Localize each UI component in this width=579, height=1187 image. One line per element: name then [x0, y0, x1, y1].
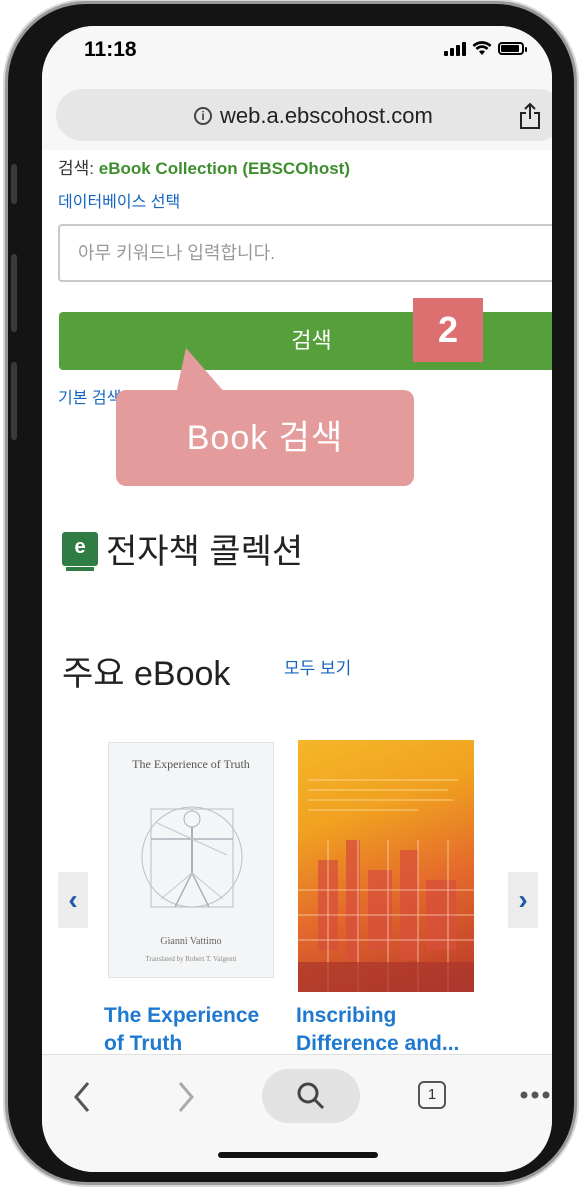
browser-header: i web.a.ebscohost.com: [42, 82, 552, 150]
book-title-line: Inscribing: [296, 1004, 397, 1027]
search-pill-button[interactable]: [262, 1069, 360, 1123]
database-select-link[interactable]: 데이터베이스 선택: [58, 188, 180, 212]
share-icon[interactable]: [518, 102, 542, 130]
book-cover-experience-of-truth[interactable]: The Experience of Truth Gianni Vattimo T…: [108, 742, 274, 978]
info-icon[interactable]: i: [194, 107, 212, 125]
featured-ebooks-heading: 주요 eBook: [62, 655, 231, 693]
book-title-experience-of-truth[interactable]: The Experience of Truth: [104, 1002, 259, 1058]
see-all-link[interactable]: 모두 보기: [284, 654, 351, 679]
collection-name: eBook Collection (EBSCOhost): [98, 159, 350, 178]
step-number-badge: 2: [413, 298, 483, 362]
mute-switch: [11, 164, 17, 204]
screen: 11:18 i web.a.ebscohost.com 검색: eBook Co…: [42, 26, 552, 1172]
volume-down-button: [11, 362, 17, 440]
basic-search-link[interactable]: 기본 검색: [58, 384, 121, 408]
book-cover-inscribing-difference[interactable]: [298, 740, 474, 992]
search-scope-prefix: 검색:: [58, 159, 95, 178]
status-bar: 11:18: [42, 26, 552, 82]
cover-translator: Translated by Robert T. Valgenti: [145, 955, 237, 963]
collection-heading: e 전자책 콜렉션: [62, 524, 303, 573]
abstract-city-artwork: [298, 779, 474, 992]
carousel-next-button[interactable]: ›: [508, 872, 538, 928]
magnifier-icon: [297, 1082, 325, 1110]
volume-up-button: [11, 254, 17, 332]
forward-arrow-icon[interactable]: [176, 1081, 196, 1113]
search-scope-label: 검색: eBook Collection (EBSCOhost): [58, 154, 350, 179]
url-text: web.a.ebscohost.com: [220, 103, 433, 128]
url-display[interactable]: i web.a.ebscohost.com: [194, 103, 433, 129]
tabs-icon[interactable]: 1: [418, 1081, 446, 1109]
status-time: 11:18: [84, 38, 137, 61]
back-arrow-icon[interactable]: [72, 1081, 92, 1113]
book-title-inscribing-difference[interactable]: Inscribing Difference and...: [296, 1002, 459, 1058]
status-icons: [444, 41, 527, 56]
home-indicator[interactable]: [218, 1152, 378, 1158]
cover-title: The Experience of Truth: [132, 757, 250, 771]
callout-pointer: [176, 348, 226, 394]
keyword-search-input[interactable]: [58, 224, 552, 282]
ebook-monitor-icon: e: [62, 531, 98, 571]
collection-title: 전자책 콜렉션: [106, 533, 304, 571]
book-title-line: The Experience: [104, 1004, 260, 1027]
more-options-icon[interactable]: [520, 1091, 550, 1099]
callout-label: Book 검색: [116, 390, 414, 486]
carousel-prev-button[interactable]: ‹: [58, 872, 88, 928]
wifi-icon: [472, 41, 492, 55]
vitruvian-figure-illustration: [141, 806, 243, 908]
cover-author: Gianni Vattimo: [160, 936, 222, 947]
battery-icon: [498, 42, 527, 55]
phone-frame: 11:18 i web.a.ebscohost.com 검색: eBook Co…: [8, 4, 574, 1182]
address-bar[interactable]: i web.a.ebscohost.com: [56, 89, 552, 141]
signal-icon: [444, 41, 466, 56]
